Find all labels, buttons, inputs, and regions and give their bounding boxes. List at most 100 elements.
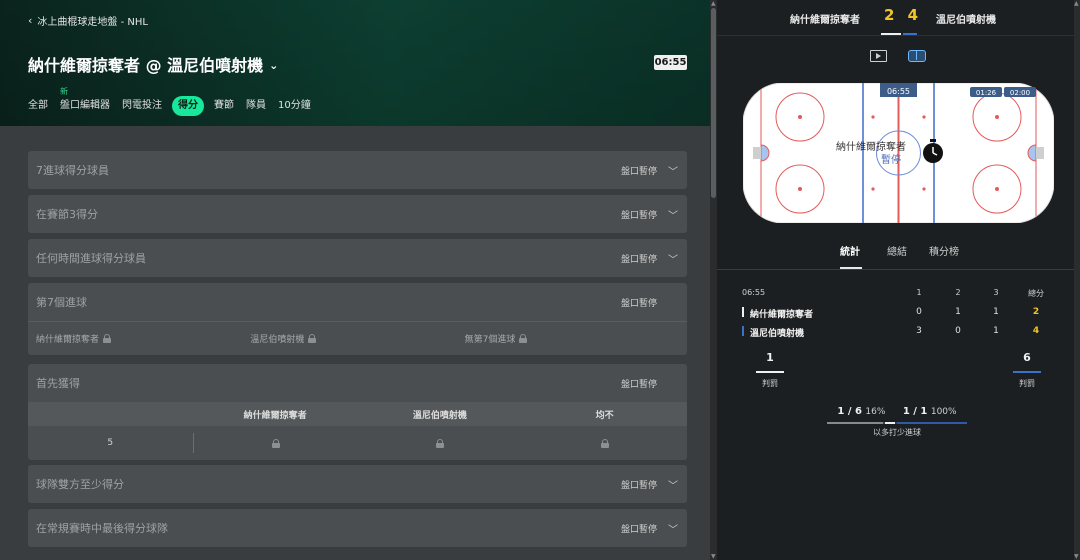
live-panel: 納什維爾掠奪者 2 4 溫尼伯噴射機 06:55 01:26 02:00 納什維… bbox=[717, 0, 1080, 560]
market-title: 任何時間進球得分球員 bbox=[36, 252, 146, 265]
page-title[interactable]: 納什維爾掠奪者 @ 溫尼伯噴射機 ⌄ bbox=[28, 52, 278, 76]
selection[interactable]: 無第7個進球 bbox=[465, 332, 679, 345]
chevron-down-icon[interactable]: ﹀ bbox=[667, 251, 679, 266]
chevron-left-icon: ‹ bbox=[28, 14, 33, 27]
market-title: 在賽節3得分 bbox=[36, 208, 98, 221]
left-scrollbar[interactable]: ▲ ▼ bbox=[710, 0, 717, 560]
video-icon[interactable] bbox=[870, 50, 887, 62]
score: 2 4 bbox=[884, 6, 923, 24]
market-title: 7進球得分球員 bbox=[36, 164, 109, 177]
tab-bet-builder[interactable]: 新 盤口編輯器 bbox=[54, 87, 116, 117]
grid-header: 納什維爾掠奪者 溫尼伯噴射機 均不 bbox=[28, 402, 687, 426]
selection[interactable] bbox=[194, 438, 359, 448]
rink-visualization: 06:55 01:26 02:00 納什維爾掠奪者 暫停 bbox=[743, 83, 1054, 223]
market-title: 在常規賽時中最後得分球隊 bbox=[36, 522, 168, 535]
market-card[interactable]: 在賽節3得分 盤口暫停 ﹀ bbox=[28, 195, 687, 233]
market-title: 球隊雙方至少得分 bbox=[36, 478, 124, 491]
tab-flash-bet[interactable]: 閃電投注 bbox=[116, 95, 168, 117]
scroll-down-icon[interactable]: ▼ bbox=[711, 553, 716, 560]
home-power-play: 1 / 6 bbox=[837, 406, 862, 417]
penalty-timer: 01:26 bbox=[976, 89, 997, 97]
column-header: 納什維爾掠奪者 bbox=[243, 410, 307, 421]
table-row: 溫尼伯噴射機 3 0 1 4 bbox=[742, 323, 1052, 342]
tab-periods[interactable]: 賽節 bbox=[208, 95, 240, 117]
match-clock: 06:55 bbox=[654, 55, 687, 70]
home-team: 納什維爾掠奪者 bbox=[790, 15, 860, 26]
row-label: 5 bbox=[107, 438, 114, 448]
rink-state: 暫停 bbox=[881, 153, 901, 166]
tab-players[interactable]: 隊員 bbox=[240, 95, 272, 117]
selection[interactable]: 納什維爾掠奪者 bbox=[36, 332, 250, 345]
rink-view-icon[interactable] bbox=[908, 50, 926, 62]
scroll-down-icon[interactable]: ▼ bbox=[1074, 553, 1079, 560]
lock-icon bbox=[308, 334, 317, 343]
power-play-stats: 1 / 6 16% 1 / 1 100% 以多打少進球 bbox=[827, 406, 967, 438]
away-color-bar bbox=[903, 33, 917, 35]
market-status: 盤口暫停 bbox=[620, 379, 657, 390]
stats-tabs: 統計 總結 積分榜 bbox=[717, 236, 1080, 270]
tab-standings[interactable]: 積分榜 bbox=[929, 243, 959, 258]
scroll-up-icon[interactable]: ▲ bbox=[1074, 0, 1079, 7]
tab-all[interactable]: 全部 bbox=[28, 95, 54, 117]
market-status: 盤口暫停 bbox=[620, 254, 657, 265]
scroll-up-icon[interactable]: ▲ bbox=[711, 0, 716, 7]
home-penalties: 1 判罰 bbox=[755, 351, 785, 389]
market-card[interactable]: 任何時間進球得分球員 盤口暫停 ﹀ bbox=[28, 239, 687, 277]
market-card: 首先獲得 盤口暫停 納什維爾掠奪者 溫尼伯噴射機 均不 5 bbox=[28, 364, 687, 460]
market-panel: ‹ 冰上曲棍球走地盤 - NHL 納什維爾掠奪者 @ 溫尼伯噴射機 ⌄ 06:5… bbox=[0, 0, 710, 560]
selection[interactable]: 溫尼伯噴射機 bbox=[250, 332, 464, 345]
tab-10-minutes[interactable]: 10分鐘 bbox=[272, 95, 317, 117]
market-status: 盤口暫停 bbox=[620, 298, 657, 309]
column-header: 均不 bbox=[595, 410, 614, 421]
table-clock: 06:55 bbox=[742, 288, 766, 297]
table-header: 06:55 1 2 3 總分 bbox=[742, 288, 1044, 298]
table-row: 5 bbox=[28, 426, 687, 460]
breadcrumb-label: 冰上曲棍球走地盤 - NHL bbox=[37, 17, 148, 28]
market-status: 盤口暫停 bbox=[620, 480, 657, 491]
selection-label: 無第7個進球 bbox=[464, 335, 516, 345]
lock-icon bbox=[436, 438, 445, 448]
market-status: 盤口暫停 bbox=[620, 166, 657, 177]
selection-label: 納什維爾掠奪者 bbox=[36, 335, 100, 345]
selection-label: 溫尼伯噴射機 bbox=[250, 335, 305, 345]
market-status: 盤口暫停 bbox=[620, 210, 657, 221]
markets-list: 7進球得分球員 盤口暫停 ﹀ 在賽節3得分 盤口暫停 ﹀ 任何時間進球得分球員 … bbox=[0, 126, 710, 560]
market-status: 盤口暫停 bbox=[620, 524, 657, 535]
power-play-label: 以多打少進球 bbox=[873, 428, 921, 437]
market-tabs: 全部 新 盤口編輯器 閃電投注 得分 賽節 隊員 10分鐘 bbox=[28, 87, 317, 117]
market-card[interactable]: 7進球得分球員 盤口暫停 ﹀ bbox=[28, 151, 687, 189]
lock-icon bbox=[271, 438, 280, 448]
selection[interactable] bbox=[523, 438, 688, 448]
table-row: 納什維爾掠奪者 0 1 1 2 bbox=[742, 304, 1052, 323]
lock-icon bbox=[519, 334, 528, 343]
match-title: 納什維爾掠奪者 @ 溫尼伯噴射機 bbox=[28, 56, 264, 75]
power-play-bar bbox=[827, 422, 967, 424]
market-options: 納什維爾掠奪者 溫尼伯噴射機 無第7個進球 bbox=[28, 321, 687, 355]
away-team: 溫尼伯噴射機 bbox=[936, 15, 996, 26]
rink-team-label: 納什維爾掠奪者 bbox=[836, 140, 906, 153]
market-title: 第7個進球 bbox=[36, 296, 87, 309]
tab-summary[interactable]: 總結 bbox=[887, 243, 907, 258]
chevron-down-icon: ⌄ bbox=[269, 58, 279, 72]
tab-stats[interactable]: 統計 bbox=[840, 243, 860, 258]
lock-icon bbox=[103, 334, 112, 343]
home-color-bar bbox=[881, 33, 901, 35]
market-card[interactable]: 在常規賽時中最後得分球隊 盤口暫停 ﹀ bbox=[28, 509, 687, 547]
scroll-thumb[interactable] bbox=[711, 8, 716, 198]
chevron-down-icon[interactable]: ﹀ bbox=[667, 477, 679, 492]
chevron-down-icon[interactable]: ﹀ bbox=[667, 521, 679, 536]
chevron-down-icon[interactable]: ﹀ bbox=[667, 207, 679, 222]
tab-scoring[interactable]: 得分 bbox=[172, 96, 204, 116]
market-card[interactable]: 球隊雙方至少得分 盤口暫停 ﹀ bbox=[28, 465, 687, 503]
right-scrollbar[interactable]: ▲ ▼ bbox=[1074, 0, 1080, 560]
breadcrumb[interactable]: ‹ 冰上曲棍球走地盤 - NHL bbox=[28, 13, 148, 28]
home-power-play-pct: 16% bbox=[865, 407, 886, 417]
away-penalties: 6 判罰 bbox=[1012, 351, 1042, 389]
new-badge: 新 bbox=[60, 87, 68, 96]
selection[interactable] bbox=[358, 438, 523, 448]
away-power-play-pct: 100% bbox=[930, 407, 957, 417]
rink-clock: 06:55 bbox=[887, 87, 910, 96]
market-title: 首先獲得 bbox=[36, 377, 80, 390]
chevron-down-icon[interactable]: ﹀ bbox=[667, 163, 679, 178]
away-color-bar bbox=[742, 326, 744, 336]
